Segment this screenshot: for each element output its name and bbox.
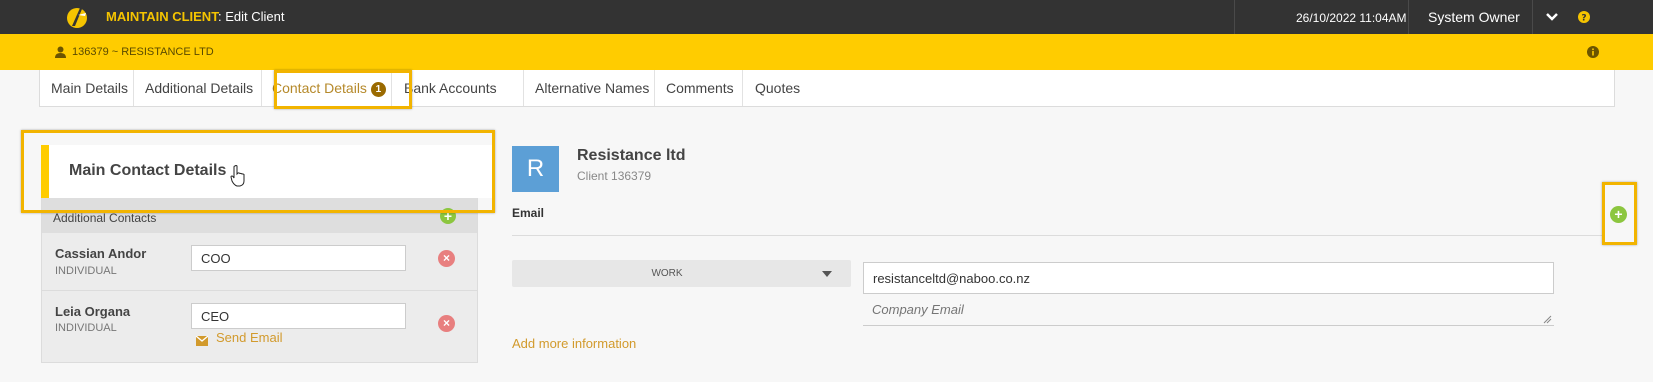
user-name[interactable]: System Owner: [1428, 9, 1520, 25]
client-name: Resistance ltd: [577, 147, 686, 164]
caret-down-icon: [822, 271, 832, 277]
envelope-icon: [196, 336, 208, 346]
contact-name: Cassian Andor: [55, 246, 147, 261]
tab-comments[interactable]: Comments: [655, 70, 743, 106]
email-section-label: Email: [512, 206, 545, 220]
email-type-value: WORK: [651, 268, 683, 279]
tab-label: Alternative Names: [535, 80, 650, 96]
help-icon[interactable]: ?: [1578, 11, 1590, 23]
client-reference: 136379 ~ RESISTANCE LTD: [72, 46, 214, 58]
client-number: Client 136379: [577, 169, 652, 183]
hand-cursor-icon: [230, 165, 245, 187]
divider: [1234, 0, 1235, 34]
email-type-select[interactable]: WORK: [512, 260, 851, 287]
tab-label: Additional Details: [145, 80, 254, 96]
client-avatar: R: [512, 146, 559, 192]
tab-label: Main Details: [51, 80, 129, 96]
contact-type: INDIVIDUAL: [55, 265, 117, 277]
highlight-box: [21, 130, 495, 213]
additional-contacts-label: Additional Contacts: [53, 211, 157, 225]
tab-alternative-names[interactable]: Alternative Names: [524, 70, 655, 106]
svg-text:?: ?: [1581, 14, 1586, 24]
contact-type: INDIVIDUAL: [55, 322, 117, 334]
delete-contact-button[interactable]: ×: [438, 315, 455, 332]
send-email-link[interactable]: Send Email: [216, 330, 282, 345]
highlight-box: [1602, 182, 1637, 245]
tab-additional-details[interactable]: Additional Details: [134, 70, 262, 106]
chevron-down-icon[interactable]: [1545, 10, 1559, 24]
tab-label: Comments: [666, 80, 734, 96]
tab-label: Quotes: [755, 80, 801, 96]
client-bar: 136379 ~ RESISTANCE LTD: [0, 34, 1653, 70]
contact-role-input[interactable]: [191, 245, 406, 271]
info-icon[interactable]: [1587, 46, 1599, 58]
resize-handle-icon[interactable]: [1543, 315, 1552, 324]
tab-quotes[interactable]: Quotes: [743, 70, 813, 106]
email-address-input[interactable]: [863, 262, 1554, 294]
add-more-information-link[interactable]: Add more information: [512, 336, 636, 351]
tab-main-details[interactable]: Main Details: [40, 70, 134, 106]
top-bar: MAINTAIN CLIENT : Edit Client 26/10/2022…: [0, 0, 1653, 34]
app-title: MAINTAIN CLIENT: [106, 9, 220, 24]
divider: [1408, 0, 1409, 34]
contact-name: Leia Organa: [55, 304, 131, 319]
app-logo-icon[interactable]: [66, 5, 88, 29]
datetime-display: 26/10/2022 11:04AM: [1296, 11, 1407, 25]
divider: [512, 235, 1602, 236]
divider: [42, 290, 477, 291]
contact-role-input[interactable]: [191, 303, 406, 329]
user-icon: [55, 46, 66, 58]
email-description-field[interactable]: [863, 296, 1554, 326]
divider: [1532, 0, 1533, 34]
tab-label: Bank Accounts: [404, 80, 497, 96]
page-subtitle: : Edit Client: [218, 9, 285, 24]
highlight-box: [274, 70, 412, 109]
delete-contact-button[interactable]: ×: [438, 250, 455, 267]
